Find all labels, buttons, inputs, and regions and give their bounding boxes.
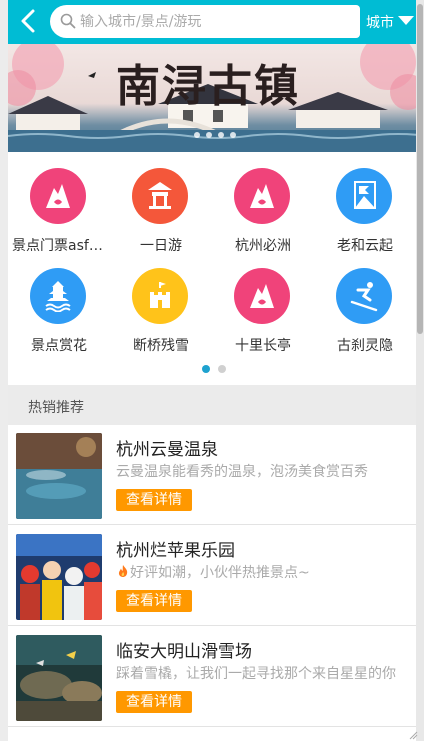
back-arrow-icon[interactable] [16, 7, 42, 35]
item-title: 杭州云曼温泉 [116, 440, 218, 460]
category-label: 老和云起 [337, 238, 393, 254]
hot-spring-photo [16, 433, 102, 519]
aquarium-photo [16, 635, 102, 721]
view-details-button[interactable]: 查看详情 [116, 691, 192, 713]
category-icon-bg [336, 268, 392, 324]
caret-down-icon[interactable] [398, 16, 414, 25]
city-selector[interactable]: 城市 [366, 12, 394, 32]
category-icon-bg [30, 168, 86, 224]
category-label: 杭州必洲 [235, 238, 291, 254]
category-label: 断桥残雪 [133, 338, 189, 354]
banner-dot[interactable] [206, 132, 212, 138]
category-item[interactable]: 杭州必洲 [212, 158, 314, 258]
banner-title: 南浔古镇 [116, 61, 300, 112]
pagoda-icon [45, 281, 71, 312]
search-icon [60, 13, 76, 29]
category-item[interactable]: 断桥残雪 [110, 258, 212, 358]
category-icon-bg [30, 268, 86, 324]
resize-handle-icon[interactable] [408, 730, 418, 740]
category-icon-bg [234, 168, 290, 224]
category-label: 景点赏花 [31, 338, 87, 354]
flag-mountain-icon [354, 181, 376, 209]
skiing-icon [350, 282, 378, 312]
category-item[interactable]: 老和云起 [314, 158, 416, 258]
scrollbar[interactable] [416, 0, 424, 741]
banner-dot[interactable] [218, 132, 224, 138]
category-item[interactable]: 景点门票asfasdf [8, 158, 110, 258]
theme-park-photo [16, 534, 102, 620]
mountain-icon [46, 184, 70, 208]
fire-icon [118, 565, 128, 577]
category-icon-bg [234, 268, 290, 324]
search-box[interactable] [50, 5, 360, 38]
view-details-button[interactable]: 查看详情 [116, 590, 192, 612]
item-description: 踩着雪橇，让我们一起寻找那个来自星星的你 [116, 666, 396, 682]
item-description: 云曼温泉能看秀的温泉，泡汤美食赏百秀 [116, 464, 368, 480]
category-label: 十里长亭 [235, 338, 291, 354]
category-label: 一日游 [140, 238, 182, 254]
category-icon-bg [132, 168, 188, 224]
scrollbar-thumb[interactable] [417, 4, 423, 334]
banner-dot[interactable] [194, 132, 200, 138]
recommendation-item[interactable]: 杭州烂苹果乐园 好评如潮，小伙伴热推景点~ 查看详情 [8, 526, 416, 626]
category-icon-bg [132, 268, 188, 324]
section-title: 热销推荐 [28, 400, 84, 416]
pager-dot-active[interactable] [202, 365, 210, 373]
recommendation-item[interactable]: 临安大明山滑雪场 踩着雪橇，让我们一起寻找那个来自星星的你 查看详情 [8, 627, 416, 727]
category-item[interactable]: 一日游 [110, 158, 212, 258]
item-description-text: 好评如潮，小伙伴热推景点~ [130, 565, 310, 581]
item-title: 临安大明山滑雪场 [116, 642, 252, 662]
banner-dot[interactable] [230, 132, 236, 138]
banner-carousel[interactable]: 南浔古镇 [8, 44, 416, 152]
category-item[interactable]: 古刹灵隐 [314, 258, 416, 358]
category-label: 景点门票asfasdf [12, 238, 106, 254]
search-input[interactable] [80, 9, 350, 34]
mountain-icon [250, 284, 274, 308]
category-item[interactable]: 景点赏花 [8, 258, 110, 358]
app-frame: 城市 南浔古镇 [8, 0, 416, 741]
top-bar: 城市 [8, 0, 416, 44]
item-description: 好评如潮，小伙伴热推景点~ [116, 562, 406, 582]
item-title: 杭州烂苹果乐园 [116, 541, 235, 561]
castle-icon [150, 282, 170, 308]
view-details-button[interactable]: 查看详情 [116, 489, 192, 511]
category-item[interactable]: 十里长亭 [212, 258, 314, 358]
mountain-icon [250, 184, 274, 208]
recommendation-item[interactable]: 杭州云曼温泉 云曼温泉能看秀的温泉，泡汤美食赏百秀 查看详情 [8, 425, 416, 525]
category-icon-bg [336, 168, 392, 224]
pavilion-icon [148, 182, 172, 209]
category-label: 古刹灵隐 [337, 338, 393, 354]
section-header: 热销推荐 [8, 385, 416, 425]
pager-dot[interactable] [218, 365, 226, 373]
